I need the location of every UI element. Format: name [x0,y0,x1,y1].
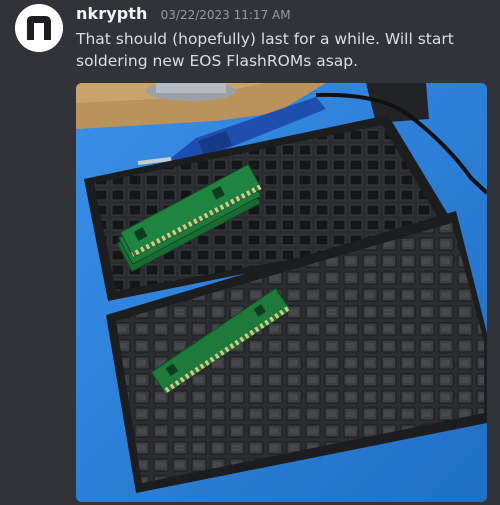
username[interactable]: nkrypth [76,4,148,23]
user-avatar[interactable] [15,4,63,52]
chat-message: nkrypth 03/22/2023 11:17 AM That should … [0,0,500,505]
message-header: nkrypth 03/22/2023 11:17 AM [76,4,291,23]
message-timestamp: 03/22/2023 11:17 AM [160,8,291,22]
photo-icon [76,83,487,502]
avatar-logo-icon [15,4,63,52]
message-text: That should (hopefully) last for a while… [76,30,454,70]
image-attachment[interactable] [76,83,487,502]
